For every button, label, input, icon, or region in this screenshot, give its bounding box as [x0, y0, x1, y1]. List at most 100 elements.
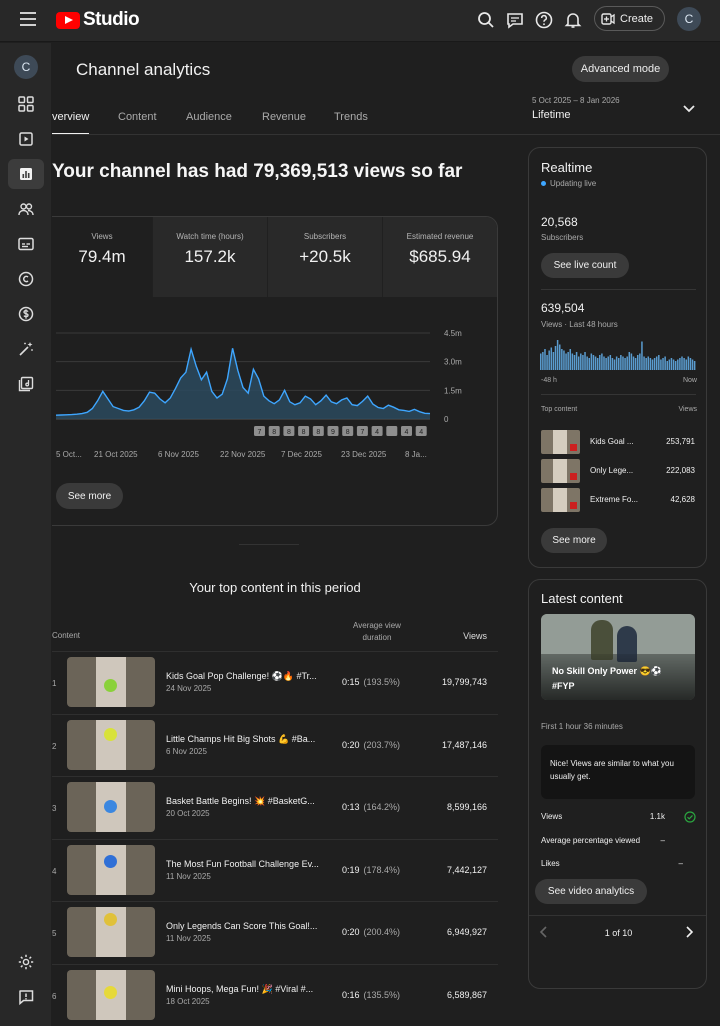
video-date: 20 Oct 2025 — [166, 809, 210, 818]
table-row[interactable]: 4 The Most Fun Football Challenge Ev... 11… — [52, 838, 498, 901]
sidebar-item-content[interactable] — [8, 124, 44, 154]
video-marker[interactable]: 7 — [254, 426, 265, 436]
sidebar-item-customization[interactable] — [8, 334, 44, 364]
see-video-analytics-button[interactable]: See video analytics — [535, 879, 647, 904]
latest-video-title: No Skill Only Power 😎⚽ #FYP — [552, 666, 662, 691]
realtime-top-item[interactable]: Only Lege... 222,083 — [541, 459, 699, 483]
sidebar-item-settings[interactable] — [8, 947, 44, 977]
analytics-icon — [20, 168, 32, 180]
video-views: 19,799,743 — [441, 677, 487, 687]
video-thumbnail[interactable] — [67, 844, 155, 895]
studio-logo[interactable]: Studio — [56, 9, 140, 31]
account-avatar[interactable]: C — [677, 7, 701, 31]
search-icon[interactable] — [476, 10, 496, 30]
tab-audience[interactable]: Audience — [186, 111, 232, 123]
video-thumbnail — [541, 488, 580, 512]
video-title[interactable]: Only Legends Can Score This Goal!... — [166, 921, 317, 931]
see-live-count-button[interactable]: See live count — [541, 253, 629, 278]
realtime-bar — [569, 349, 572, 370]
realtime-bar-chart[interactable] — [540, 338, 696, 370]
video-marker[interactable]: 4 — [415, 426, 427, 436]
performance-note: Nice! Views are similar to what you usua… — [541, 745, 695, 799]
create-label: Create — [620, 12, 654, 25]
latest-video-thumbnail[interactable]: No Skill Only Power 😎⚽ #FYP — [541, 614, 695, 700]
video-date: 18 Oct 2025 — [166, 996, 210, 1006]
advanced-mode-button[interactable]: Advanced mode — [572, 56, 669, 82]
help-icon[interactable] — [534, 10, 554, 30]
video-marker[interactable] — [386, 426, 398, 436]
sidebar-item-feedback[interactable] — [8, 982, 44, 1012]
video-marker[interactable]: 9 — [327, 426, 339, 436]
realtime-bar — [546, 355, 548, 370]
metric-revenue[interactable]: Estimated revenue $685.94 — [383, 217, 497, 297]
video-title[interactable]: The Most Fun Football Challenge Ev... — [166, 859, 319, 869]
table-row[interactable]: 5 Only Legends Can Score This Goal!... 11 … — [52, 901, 498, 963]
video-thumbnail[interactable] — [67, 782, 155, 832]
sidebar-item-audio-library[interactable] — [8, 369, 44, 399]
notifications-bell-icon[interactable] — [563, 10, 583, 30]
realtime-bar — [556, 340, 559, 370]
realtime-status: Updating live — [541, 179, 596, 188]
tab-revenue[interactable]: Revenue — [262, 111, 306, 123]
stat-value: – — [678, 859, 683, 868]
sidebar-item-analytics[interactable] — [8, 159, 44, 189]
table-row[interactable]: 3 Basket Battle Begins! 💥 #BasketG... 20 O… — [52, 776, 498, 838]
realtime-bar — [571, 353, 574, 370]
tab-overview[interactable]: verview — [52, 111, 89, 123]
feedback-chat-icon[interactable] — [505, 10, 525, 30]
video-marker[interactable]: 8 — [342, 426, 354, 436]
sidebar-item-community[interactable] — [8, 194, 44, 224]
realtime-see-more-button[interactable]: See more — [541, 528, 607, 553]
table-row[interactable]: 6 Mini Hoops, Mega Fun! 🎉 #Viral #... 18 O… — [52, 963, 498, 1026]
table-row[interactable]: 1 Kids Goal Pop Challenge! ⚽🔥 #Tr... 24 No… — [52, 651, 498, 713]
video-library-icon — [19, 132, 33, 146]
video-title[interactable]: Mini Hoops, Mega Fun! 🎉 #Viral #... — [166, 984, 313, 995]
video-views: 17,487,146 — [441, 739, 487, 750]
video-title[interactable]: Basket Battle Begins! 💥 #BasketG... — [166, 796, 315, 807]
create-button[interactable]: Create — [594, 6, 665, 31]
realtime-bar — [689, 358, 692, 370]
channel-avatar[interactable]: C — [14, 55, 38, 79]
avd-percentage: (135.5%) — [363, 989, 401, 1000]
video-marker[interactable]: 8 — [268, 426, 280, 436]
create-video-icon — [601, 12, 615, 25]
video-title[interactable]: Kids Goal Pop Challenge! ⚽🔥 #Tr... — [166, 671, 317, 682]
video-marker[interactable]: 8 — [298, 426, 310, 436]
realtime-bar — [573, 355, 576, 370]
metric-watch-time[interactable]: Watch time (hours) 157.2k — [153, 217, 268, 297]
chevron-right-icon[interactable] — [684, 926, 694, 938]
metric-subscribers[interactable]: Subscribers +20.5k — [268, 217, 383, 297]
sidebar-item-dashboard[interactable] — [8, 89, 44, 119]
video-title[interactable]: Little Champs Hit Big Shots 💪 #Ba... — [166, 734, 315, 745]
video-thumbnail[interactable] — [67, 907, 155, 957]
main-content: Channel analytics Advanced mode verview … — [52, 43, 720, 1026]
date-range-picker[interactable]: 5 Oct 2025 – 8 Jan 2026 Lifetime — [532, 96, 620, 121]
sidebar-item-copyright[interactable] — [8, 264, 44, 294]
video-marker[interactable]: 8 — [283, 426, 295, 436]
row-rank: 4 — [52, 866, 57, 876]
tab-content[interactable]: Content — [118, 111, 157, 123]
sidebar-item-earn[interactable] — [8, 299, 44, 329]
table-row[interactable]: 2 Little Champs Hit Big Shots 💪 #Ba... 6 N… — [52, 713, 498, 776]
see-more-button[interactable]: See more — [56, 483, 123, 509]
x-tick-label: 8 Ja... — [405, 450, 427, 459]
tab-trends[interactable]: Trends — [334, 111, 368, 123]
chevron-down-icon[interactable] — [682, 104, 696, 114]
realtime-top-item[interactable]: Kids Goal ... 253,791 — [541, 430, 699, 454]
realtime-bar — [685, 359, 687, 370]
video-marker[interactable]: 4 — [401, 426, 412, 436]
video-thumbnail[interactable] — [67, 719, 155, 770]
views-chart[interactable]: 4.5m 3.0m 1.5m 0 7 8 8 8 8 9 8 7 4 4 4 5 Oct... 21 Oct 2… — [52, 297, 498, 477]
video-marker[interactable]: 4 — [371, 426, 383, 436]
realtime-bar — [609, 355, 612, 370]
video-marker[interactable]: 8 — [312, 426, 324, 436]
sidebar-item-subtitles[interactable] — [8, 229, 44, 259]
realtime-top-item[interactable]: Extreme Fo... 42,628 — [541, 488, 699, 512]
metric-label: Views — [91, 232, 113, 241]
metric-views[interactable]: Views 79.4m — [52, 217, 153, 297]
video-thumbnail[interactable] — [67, 969, 155, 1020]
col-header-avd: Average view duration — [353, 621, 401, 642]
menu-icon[interactable] — [20, 12, 36, 26]
video-thumbnail[interactable] — [67, 657, 155, 707]
video-marker[interactable]: 7 — [356, 426, 368, 436]
